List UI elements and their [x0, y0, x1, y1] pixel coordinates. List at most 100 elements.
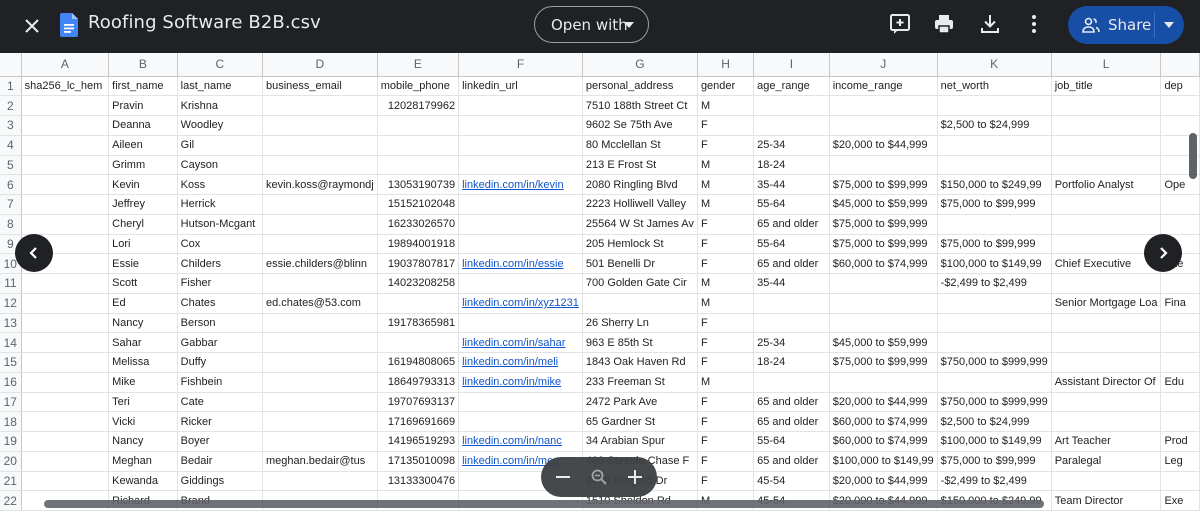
table-cell[interactable]: $100,000 to $149,99	[937, 253, 1052, 274]
table-cell[interactable]: income_range	[829, 76, 938, 97]
table-cell[interactable]: Melissa	[108, 352, 178, 373]
table-cell[interactable]: 65 and older	[753, 253, 830, 274]
table-cell[interactable]: 213 E Frost St	[582, 155, 698, 176]
table-cell[interactable]: 1843 Oak Haven Rd	[582, 352, 698, 373]
table-cell[interactable]: M	[697, 372, 755, 393]
table-cell[interactable]: Nancy	[108, 431, 178, 452]
table-cell[interactable]: F	[697, 352, 755, 373]
table-cell[interactable]	[937, 95, 1052, 116]
table-cell[interactable]: $2,500 to $24,999	[937, 411, 1052, 432]
table-cell[interactable]: Art Teacher	[1051, 431, 1162, 452]
table-cell[interactable]: linkedin.com/in/nanc	[458, 431, 583, 452]
table-cell[interactable]	[1160, 313, 1200, 334]
table-cell[interactable]	[21, 293, 110, 314]
table-cell[interactable]	[377, 293, 460, 314]
table-cell[interactable]	[262, 411, 378, 432]
table-cell[interactable]: 12028179962	[377, 95, 460, 116]
table-cell[interactable]: 9602 Se 75th Ave	[582, 115, 698, 136]
table-cell[interactable]	[458, 411, 583, 432]
table-cell[interactable]: 80 Mcclellan St	[582, 135, 698, 156]
spreadsheet[interactable]: ABCDEFGHIJKL 1 sha256_lc_hem first_name las…	[0, 53, 1200, 513]
table-cell[interactable]	[1051, 115, 1162, 136]
row-header[interactable]: 19	[0, 431, 22, 452]
table-cell[interactable]	[21, 451, 110, 472]
open-with-button[interactable]: Open with	[534, 6, 649, 43]
table-cell[interactable]: 65 and older	[753, 214, 830, 235]
table-cell[interactable]: $75,000 to $99,999	[937, 194, 1052, 215]
print-icon[interactable]	[932, 12, 956, 36]
table-cell[interactable]: 19178365981	[377, 313, 460, 334]
download-icon[interactable]	[978, 12, 1002, 36]
column-header[interactable]: I	[753, 53, 830, 77]
table-cell[interactable]: 26 Sherry Ln	[582, 313, 698, 334]
table-cell[interactable]: F	[697, 253, 755, 274]
table-cell[interactable]: Kevin	[108, 174, 178, 195]
table-cell[interactable]	[753, 95, 830, 116]
row-header[interactable]: 5	[0, 155, 22, 176]
table-cell[interactable]: job_title	[1051, 76, 1162, 97]
table-cell[interactable]	[753, 313, 830, 334]
table-cell[interactable]: $45,000 to $59,999	[829, 332, 938, 353]
table-cell[interactable]	[1051, 155, 1162, 176]
table-cell[interactable]: $60,000 to $74,999	[829, 431, 938, 452]
table-cell[interactable]: Portfolio Analyst	[1051, 174, 1162, 195]
table-cell[interactable]: Duffy	[177, 352, 263, 373]
table-cell[interactable]: Giddings	[177, 471, 263, 492]
row-header[interactable]: 1	[0, 76, 22, 97]
data-grid[interactable]: ABCDEFGHIJKL 1 sha256_lc_hem first_name las…	[0, 53, 1200, 511]
table-cell[interactable]: mobile_phone	[377, 76, 460, 97]
table-cell[interactable]: F	[697, 234, 755, 255]
table-cell[interactable]: $100,000 to $149,99	[937, 431, 1052, 452]
table-cell[interactable]	[937, 214, 1052, 235]
column-header[interactable]: K	[937, 53, 1052, 77]
table-cell[interactable]: Grimm	[108, 155, 178, 176]
table-cell[interactable]: 45-54	[753, 471, 830, 492]
table-cell[interactable]	[582, 293, 698, 314]
table-cell[interactable]: 18649793313	[377, 372, 460, 393]
table-cell[interactable]	[458, 273, 583, 294]
table-cell[interactable]	[829, 273, 938, 294]
table-cell[interactable]: essie.childers@blinn	[262, 253, 378, 274]
table-cell[interactable]: -$2,499 to $2,499	[937, 471, 1052, 492]
table-cell[interactable]: F	[697, 392, 755, 413]
table-cell[interactable]	[262, 95, 378, 116]
table-cell[interactable]	[262, 214, 378, 235]
table-cell[interactable]: F	[697, 214, 755, 235]
row-header[interactable]: 22	[0, 490, 22, 511]
table-cell[interactable]: $750,000 to $999,999	[937, 352, 1052, 373]
table-cell[interactable]	[1160, 194, 1200, 215]
table-cell[interactable]: Childers	[177, 253, 263, 274]
table-cell[interactable]: 17135010098	[377, 451, 460, 472]
table-cell[interactable]	[1051, 214, 1162, 235]
table-cell[interactable]: 2472 Park Ave	[582, 392, 698, 413]
table-cell[interactable]: Leg	[1160, 451, 1200, 472]
table-cell[interactable]: F	[697, 332, 755, 353]
row-header[interactable]: 14	[0, 332, 22, 353]
row-header[interactable]: 21	[0, 471, 22, 492]
row-header[interactable]: 2	[0, 95, 22, 116]
zoom-reset-icon[interactable]	[587, 465, 611, 489]
table-cell[interactable]	[262, 332, 378, 353]
table-cell[interactable]: Team Director	[1051, 490, 1162, 511]
table-cell[interactable]: Koss	[177, 174, 263, 195]
close-icon[interactable]	[16, 10, 48, 42]
table-cell[interactable]: 19707693137	[377, 392, 460, 413]
table-cell[interactable]: kevin.koss@raymondj	[262, 174, 378, 195]
horizontal-scrollbar[interactable]	[44, 500, 1044, 508]
table-cell[interactable]	[1160, 95, 1200, 116]
table-cell[interactable]	[829, 95, 938, 116]
table-cell[interactable]: Assistant Director Of	[1051, 372, 1162, 393]
table-cell[interactable]: 13053190739	[377, 174, 460, 195]
table-cell[interactable]	[1160, 332, 1200, 353]
table-cell[interactable]: Chates	[177, 293, 263, 314]
table-cell[interactable]: first_name	[108, 76, 178, 97]
table-cell[interactable]	[377, 332, 460, 353]
table-cell[interactable]: 205 Hemlock St	[582, 234, 698, 255]
table-cell[interactable]	[1051, 95, 1162, 116]
row-header[interactable]: 6	[0, 174, 22, 195]
table-cell[interactable]: 55-64	[753, 431, 830, 452]
table-cell[interactable]: $20,000 to $44,999	[829, 471, 938, 492]
table-cell[interactable]: Vicki	[108, 411, 178, 432]
table-cell[interactable]: Edu	[1160, 372, 1200, 393]
table-cell[interactable]	[937, 155, 1052, 176]
